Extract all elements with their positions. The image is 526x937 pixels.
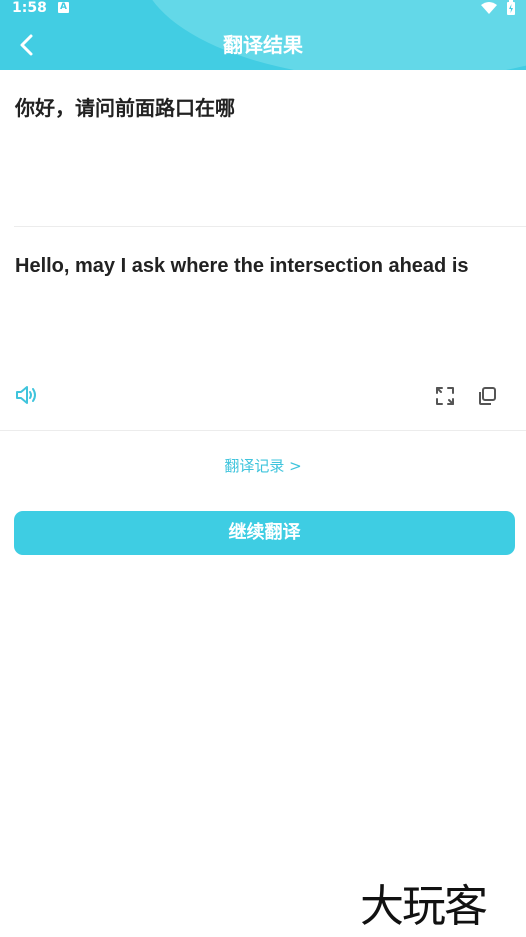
expand-icon[interactable] (434, 385, 456, 407)
source-text: 你好，请问前面路口在哪 (15, 96, 235, 120)
page-title: 翻译结果 (223, 33, 303, 57)
wifi-icon (481, 2, 497, 14)
continue-translate-button[interactable]: 继续翻译 (14, 511, 515, 555)
a-icon: A (58, 2, 69, 13)
speaker-icon[interactable] (15, 384, 39, 406)
status-time: 1:58 (12, 0, 47, 16)
watermark-logo: 大玩客 (360, 881, 488, 932)
divider (14, 226, 526, 227)
copy-icon[interactable] (476, 385, 498, 407)
divider (0, 430, 526, 431)
translated-text: Hello, may I ask where the intersection … (15, 255, 469, 277)
status-bar: 1:58 A (0, 0, 526, 16)
translation-history-link[interactable]: 翻译记录 > (0, 455, 526, 477)
app-header: 1:58 A 翻译结果 (0, 0, 526, 70)
battery-icon (507, 0, 515, 15)
